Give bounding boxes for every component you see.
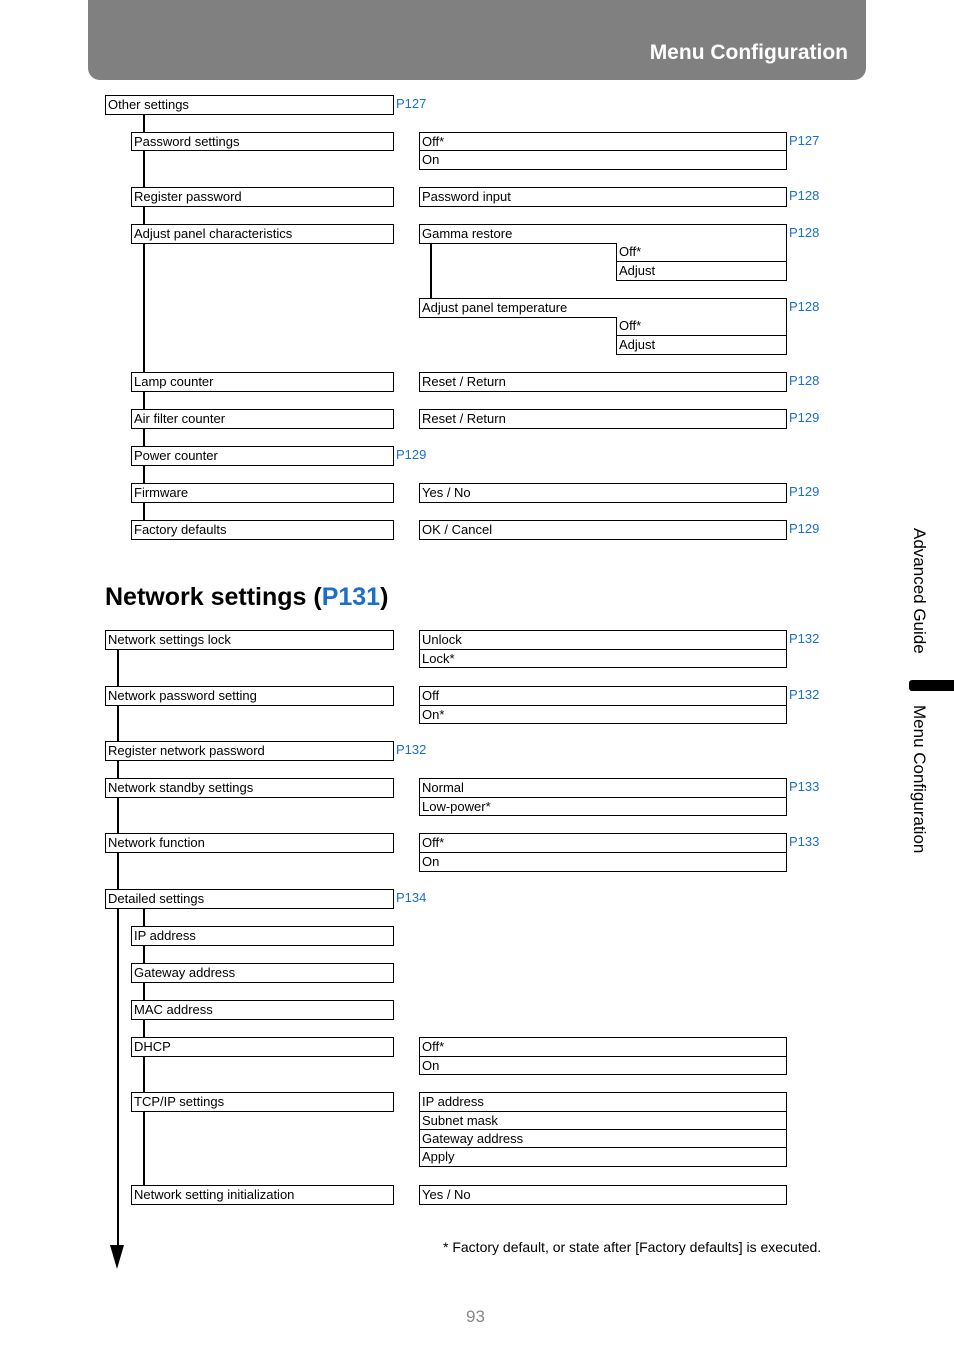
page-ref-link[interactable]: P132 bbox=[789, 686, 819, 703]
option: Off bbox=[419, 686, 787, 706]
menu-firmware: Firmware bbox=[131, 483, 394, 503]
menu-register-network-password: Register network password bbox=[105, 741, 394, 761]
page-ref-link[interactable]: P127 bbox=[789, 132, 819, 149]
option: Adjust bbox=[616, 261, 787, 281]
page-header: Menu Configuration bbox=[88, 0, 866, 80]
footnote: * Factory default, or state after [Facto… bbox=[443, 1239, 822, 1255]
option: Off* bbox=[419, 1037, 787, 1057]
option: OK / Cancel bbox=[419, 520, 787, 540]
tree-line bbox=[143, 114, 145, 540]
menu-mac-address: MAC address bbox=[131, 1000, 394, 1020]
menu-network-function: Network function bbox=[105, 833, 394, 853]
option: Off* bbox=[419, 132, 787, 151]
option: Yes / No bbox=[419, 1185, 787, 1205]
page-ref-link[interactable]: P133 bbox=[789, 833, 819, 850]
page-ref-link[interactable]: P129 bbox=[396, 446, 426, 463]
sub-tree-line bbox=[430, 243, 432, 299]
option: Lock* bbox=[419, 649, 787, 668]
option: Gateway address bbox=[419, 1129, 787, 1148]
page-ref-link[interactable]: P128 bbox=[789, 372, 819, 389]
option: Low-power* bbox=[419, 797, 787, 816]
option: Password input bbox=[419, 187, 787, 207]
menu-register-password: Register password bbox=[131, 187, 394, 207]
option: On* bbox=[419, 705, 787, 724]
page-ref-link[interactable]: P133 bbox=[789, 778, 819, 795]
menu-network-settings-lock: Network settings lock bbox=[105, 630, 394, 650]
heading-page-ref[interactable]: P131 bbox=[322, 583, 380, 611]
menu-detailed-settings: Detailed settings bbox=[105, 889, 394, 909]
menu-ip-address: IP address bbox=[131, 926, 394, 946]
tree-line bbox=[117, 648, 119, 1248]
option: On bbox=[419, 1056, 787, 1075]
option: Adjust bbox=[616, 335, 787, 355]
menu-air-filter-counter: Air filter counter bbox=[131, 409, 394, 429]
section-heading: Network settings (P131) bbox=[105, 583, 388, 612]
option: IP address bbox=[419, 1092, 787, 1112]
menu-adjust-panel-temperature: Adjust panel temperature bbox=[419, 298, 787, 318]
menu-factory-defaults: Factory defaults bbox=[131, 520, 394, 540]
option: Off* bbox=[616, 317, 787, 336]
menu-network-password-setting: Network password setting bbox=[105, 686, 394, 706]
option: Reset / Return bbox=[419, 409, 787, 429]
heading-text: Network settings ( bbox=[105, 583, 322, 611]
page-ref-link[interactable]: P128 bbox=[789, 224, 819, 241]
option: Apply bbox=[419, 1147, 787, 1167]
page-ref-link[interactable]: P127 bbox=[396, 95, 426, 112]
page-number: 93 bbox=[466, 1307, 485, 1326]
option: On bbox=[419, 852, 787, 872]
option: Off* bbox=[419, 833, 787, 853]
page-ref-link[interactable]: P128 bbox=[789, 187, 819, 204]
menu-lamp-counter: Lamp counter bbox=[131, 372, 394, 392]
page-ref-link[interactable]: P128 bbox=[789, 298, 819, 315]
option: Subnet mask bbox=[419, 1111, 787, 1130]
menu-network-standby-settings: Network standby settings bbox=[105, 778, 394, 798]
heading-close: ) bbox=[380, 583, 389, 611]
option: Unlock bbox=[419, 630, 787, 650]
option: On bbox=[419, 150, 787, 170]
menu-adjust-panel-characteristics: Adjust panel characteristics bbox=[131, 224, 394, 244]
menu-gamma-restore: Gamma restore bbox=[419, 224, 787, 244]
option: Reset / Return bbox=[419, 372, 787, 392]
side-tab-advanced-guide[interactable]: Advanced Guide bbox=[909, 528, 929, 654]
option: Normal bbox=[419, 778, 787, 798]
menu-network-setting-initialization: Network setting initialization bbox=[131, 1185, 394, 1205]
side-tab-menu-configuration[interactable]: Menu Configuration bbox=[909, 705, 929, 853]
menu-tcpip-settings: TCP/IP settings bbox=[131, 1092, 394, 1112]
menu-password-settings: Password settings bbox=[131, 132, 394, 151]
side-tab-marker bbox=[909, 680, 954, 691]
page-ref-link[interactable]: P129 bbox=[789, 483, 819, 500]
option: Off* bbox=[616, 243, 787, 262]
menu-dhcp: DHCP bbox=[131, 1037, 394, 1057]
menu-other-settings: Other settings bbox=[105, 95, 394, 115]
option: Yes / No bbox=[419, 483, 787, 503]
header-title: Menu Configuration bbox=[649, 41, 848, 64]
page-ref-link[interactable]: P132 bbox=[789, 630, 819, 647]
menu-gateway-address: Gateway address bbox=[131, 963, 394, 983]
menu-power-counter: Power counter bbox=[131, 446, 394, 466]
page-ref-link[interactable]: P129 bbox=[789, 409, 819, 426]
page-ref-link[interactable]: P129 bbox=[789, 520, 819, 537]
page-ref-link[interactable]: P134 bbox=[396, 889, 426, 906]
continue-arrow-icon bbox=[110, 1245, 124, 1269]
page-ref-link[interactable]: P132 bbox=[396, 741, 426, 758]
